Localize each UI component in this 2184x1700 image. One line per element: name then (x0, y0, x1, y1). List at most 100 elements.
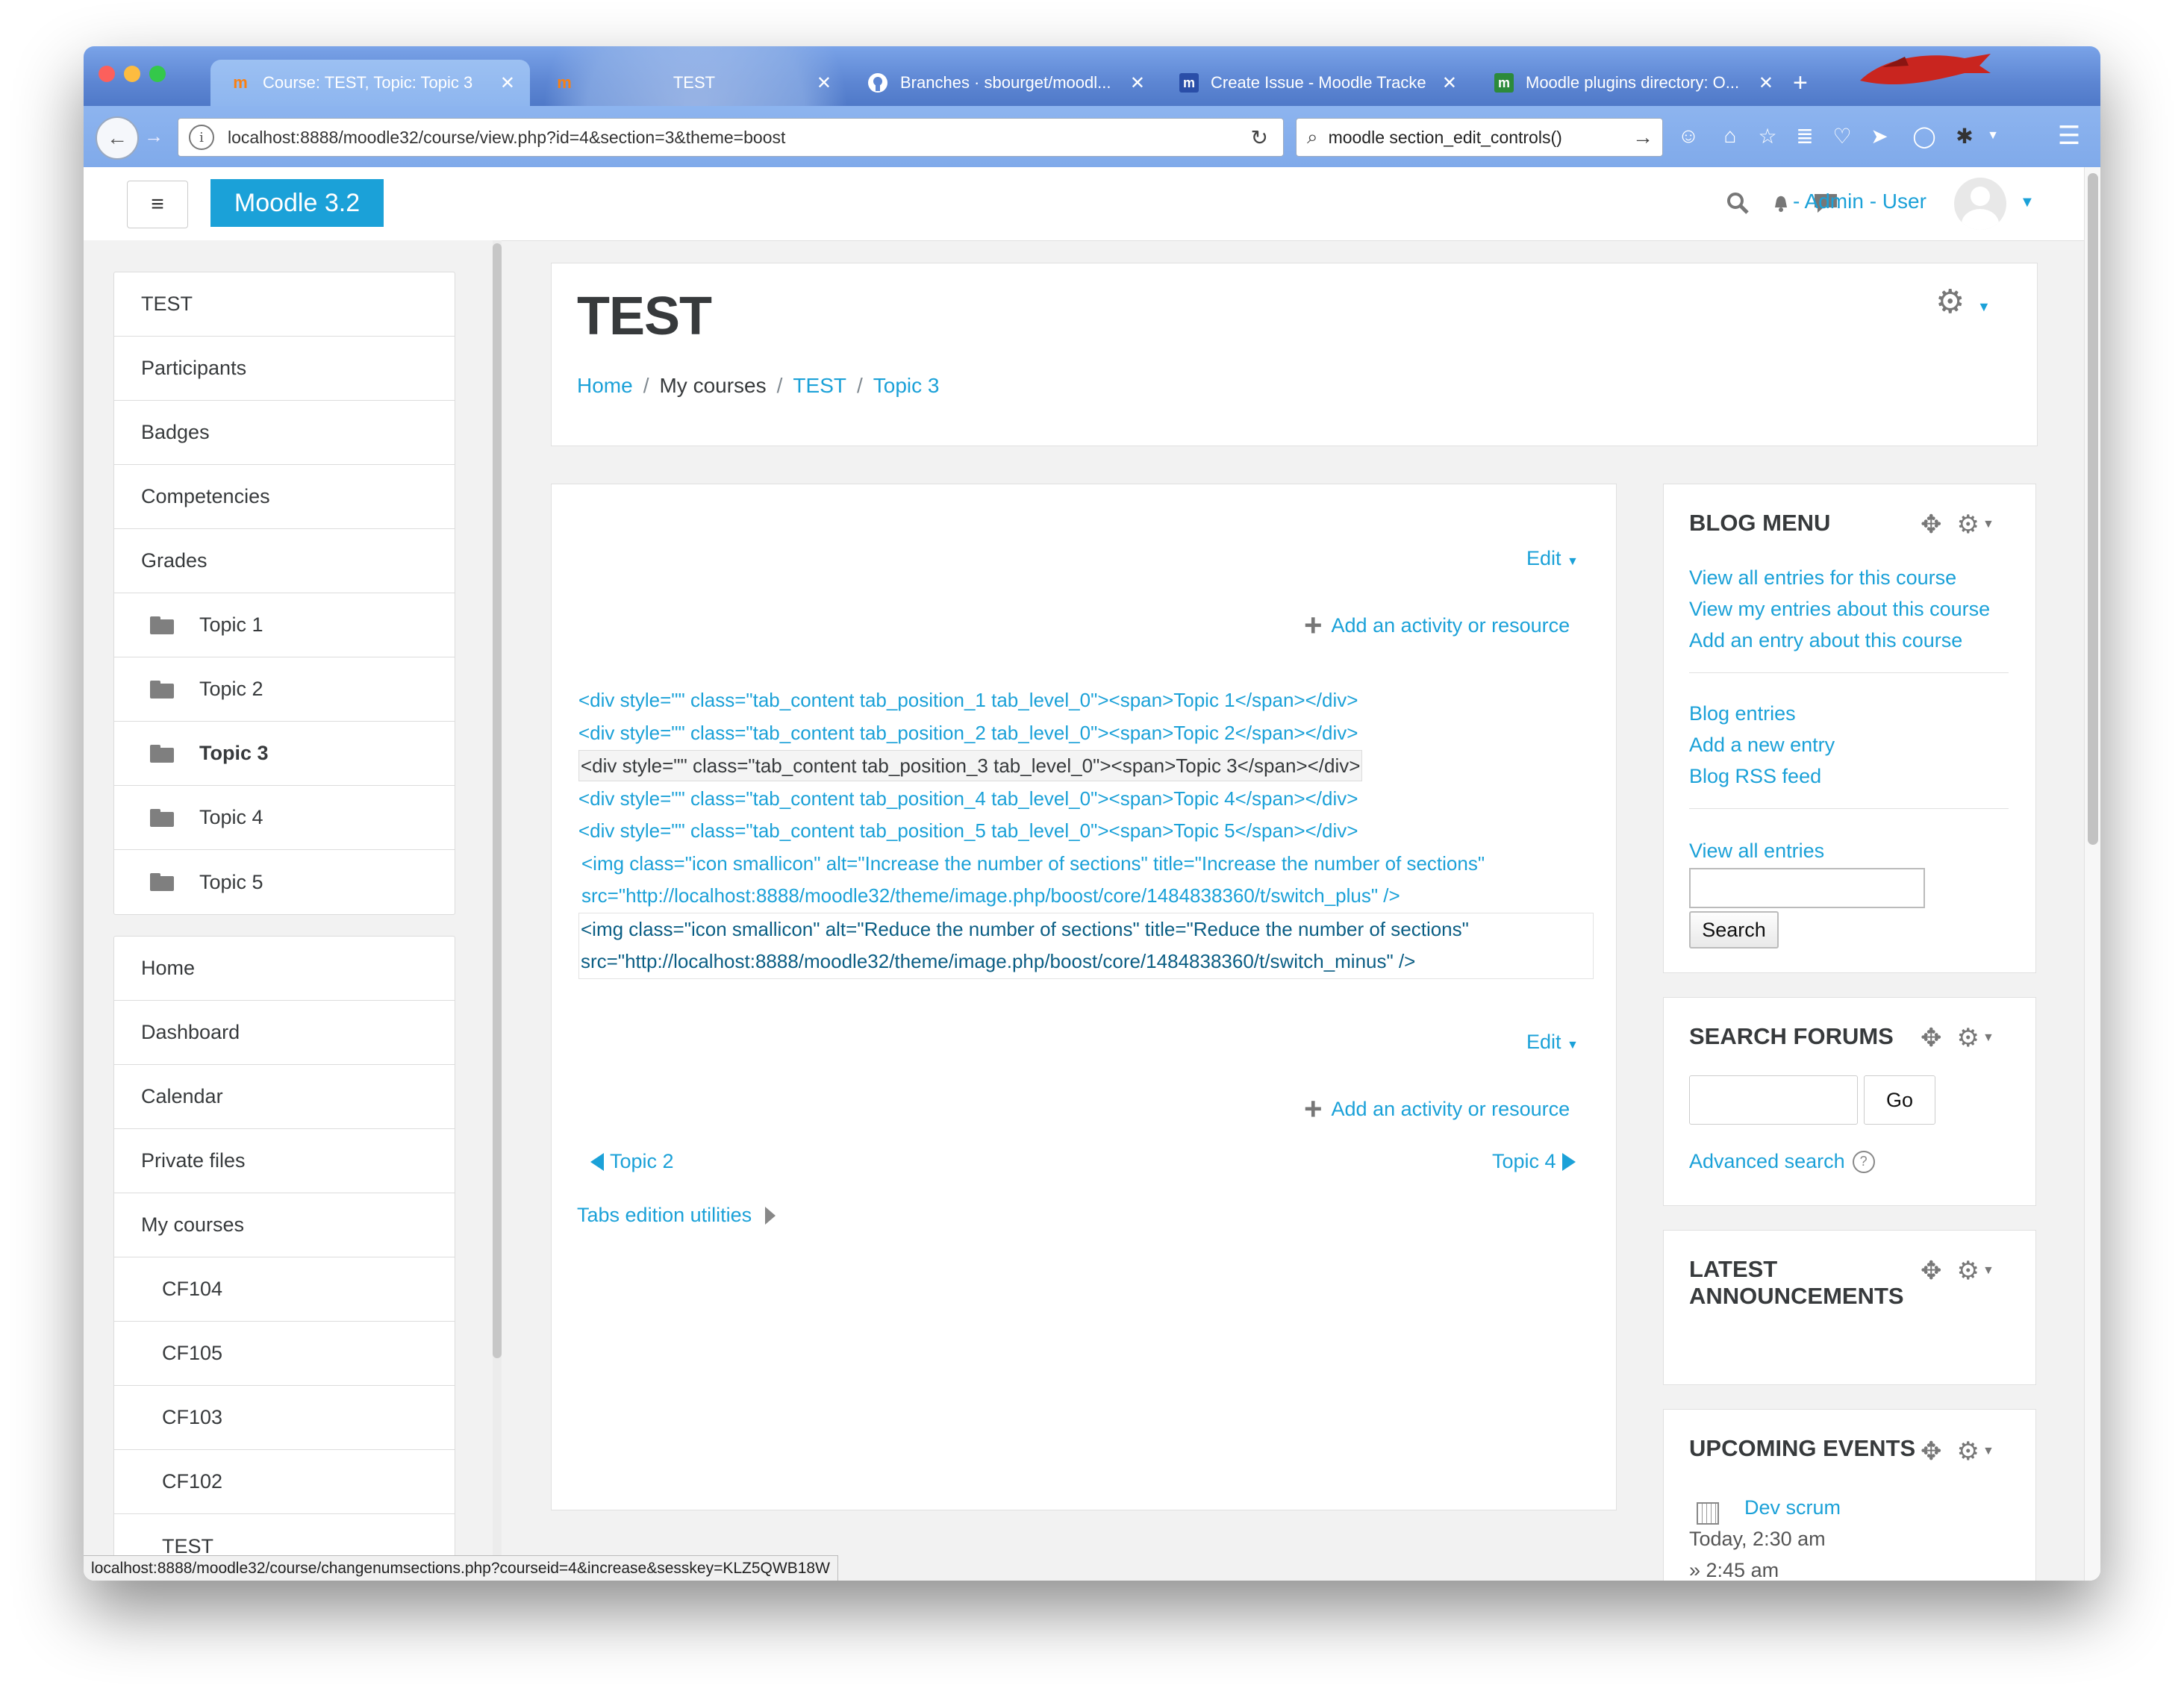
forward-button[interactable]: → (139, 121, 169, 151)
drawer-item-cf102[interactable]: CF102 (114, 1450, 455, 1514)
drawer-item-cf104[interactable]: CF104 (114, 1257, 455, 1322)
url-bar[interactable]: i localhost:8888/moodle32/course/view.ph… (178, 118, 1284, 157)
close-window-button[interactable] (99, 66, 115, 82)
help-icon[interactable]: ? (1852, 1150, 1875, 1173)
drawer-item-topic-5[interactable]: Topic 5 (114, 850, 455, 914)
close-tab-icon[interactable]: ✕ (500, 72, 515, 94)
advanced-search-link[interactable]: Advanced search ? (1689, 1150, 1875, 1173)
move-icon[interactable]: ✥ (1921, 1437, 1942, 1466)
chevron-down-icon[interactable]: ▼ (1978, 121, 2008, 151)
reduce-sections-link[interactable]: <img class="icon smallicon" alt="Reduce … (578, 912, 1594, 979)
blog-link-rss[interactable]: Blog RSS feed (1689, 765, 1821, 788)
drawer-item-topic-4[interactable]: Topic 4 (114, 786, 455, 850)
drawer-item-dashboard[interactable]: Dashboard (114, 1001, 455, 1065)
add-activity-button-top[interactable]: + Add an activity or resource (1304, 610, 1570, 641)
move-icon[interactable]: ✥ (1921, 1023, 1942, 1053)
drawer-item-cf103[interactable]: CF103 (114, 1386, 455, 1450)
drawer-item-participants[interactable]: Participants (114, 337, 455, 401)
drawer-item-badges[interactable]: Badges (114, 401, 455, 465)
blog-link-add-new[interactable]: Add a new entry (1689, 734, 1835, 757)
forum-search-input[interactable] (1689, 1075, 1858, 1125)
site-brand-link[interactable]: Moodle 3.2 (210, 179, 384, 227)
reading-list-icon[interactable]: ≣ (1790, 121, 1820, 151)
browser-tab[interactable]: m TEST ✕ (534, 60, 846, 106)
edit-menu-top[interactable]: Edit ▼ (1526, 547, 1579, 570)
breadcrumb-course[interactable]: TEST (793, 374, 846, 397)
chevron-down-icon[interactable]: ▼ (1977, 299, 1991, 315)
drawer-item-topic-3[interactable]: Topic 3 (114, 722, 455, 786)
drawer-item-home[interactable]: Home (114, 937, 455, 1001)
bookmark-star-icon[interactable]: ☆ (1753, 121, 1782, 151)
avatar[interactable] (1954, 178, 2006, 230)
user-menu-label[interactable]: - Admin - User (1793, 190, 1926, 213)
drawer-item-topic-2[interactable]: Topic 2 (114, 657, 455, 722)
blog-search-button[interactable]: Search (1689, 911, 1779, 949)
gear-icon[interactable]: ⚙ (1957, 1023, 1979, 1053)
breadcrumb-home[interactable]: Home (577, 374, 633, 397)
increase-sections-link[interactable]: <img class="icon smallicon" alt="Increas… (578, 848, 1594, 913)
move-icon[interactable]: ✥ (1921, 510, 1942, 540)
back-button[interactable]: ← (96, 116, 139, 160)
browser-tab[interactable]: m Create Issue - Moodle Tracker ✕ (1160, 60, 1472, 106)
browser-tab[interactable]: Branches · sbourget/moodl... ✕ (848, 60, 1160, 106)
tab-link-topic-1[interactable]: <div style="" class="tab_content tab_pos… (578, 684, 1594, 717)
course-settings-gear-icon[interactable]: ⚙ (1935, 283, 1965, 321)
close-tab-icon[interactable]: ✕ (1130, 72, 1145, 94)
blog-link-view-all-course[interactable]: View all entries for this course (1689, 566, 1956, 590)
tab-link-topic-4[interactable]: <div style="" class="tab_content tab_pos… (578, 783, 1594, 816)
drawer-scrollbar[interactable] (493, 240, 502, 1581)
browser-tab[interactable]: m Moodle plugins directory: O... ✕ (1475, 60, 1788, 106)
drawer-item-competencies[interactable]: Competencies (114, 465, 455, 529)
browser-search-input[interactable]: ⌕ moodle section_edit_controls() → (1296, 118, 1663, 157)
info-icon[interactable]: i (189, 125, 214, 150)
tabs-edition-utilities-link[interactable]: Tabs edition utilities (577, 1204, 776, 1227)
gear-icon[interactable]: ⚙ (1957, 1437, 1979, 1466)
reload-icon[interactable]: ↻ (1251, 125, 1268, 150)
pocket-icon[interactable]: ♡ (1827, 121, 1857, 151)
chevron-down-icon[interactable]: ▼ (1982, 1445, 1994, 1458)
drawer-toggle-button[interactable]: ≡ (127, 181, 188, 228)
bug-icon[interactable]: ✱ (1950, 121, 1979, 151)
tab-link-topic-2[interactable]: <div style="" class="tab_content tab_pos… (578, 717, 1594, 750)
notifications-bell-icon[interactable] (1766, 188, 1796, 218)
chevron-down-icon[interactable]: ▼ (1982, 1264, 1994, 1278)
page-scrollbar[interactable] (2084, 167, 2100, 1581)
chat-icon[interactable]: ◯ (1909, 121, 1939, 151)
close-tab-icon[interactable]: ✕ (1442, 72, 1457, 94)
chevron-down-icon[interactable]: ▼ (1982, 1031, 1994, 1045)
search-icon[interactable] (1723, 188, 1753, 218)
home-icon[interactable]: ⌂ (1715, 121, 1745, 151)
chevron-down-icon[interactable]: ▼ (2020, 194, 2035, 211)
browser-tab[interactable]: m Course: TEST, Topic: Topic 3 ✕ (210, 60, 530, 106)
drawer-item-my-courses[interactable]: My courses (114, 1193, 455, 1257)
drawer-item-private-files[interactable]: Private files (114, 1129, 455, 1193)
edit-menu-bottom[interactable]: Edit ▼ (1526, 1031, 1579, 1054)
forum-search-go-button[interactable]: Go (1864, 1075, 1935, 1125)
hamburger-menu-icon[interactable]: ☰ (2054, 121, 2084, 151)
event-link[interactable]: Dev scrum (1744, 1496, 1841, 1519)
blog-link-view-all[interactable]: View all entries (1689, 840, 1824, 863)
chevron-down-icon[interactable]: ▼ (1982, 518, 1994, 531)
gear-icon[interactable]: ⚙ (1957, 1256, 1979, 1286)
go-arrow-icon[interactable]: → (1632, 125, 1653, 149)
tab-link-topic-5[interactable]: <div style="" class="tab_content tab_pos… (578, 815, 1594, 848)
new-tab-button[interactable]: + (1793, 69, 1808, 98)
drawer-item-calendar[interactable]: Calendar (114, 1065, 455, 1129)
blog-link-entries[interactable]: Blog entries (1689, 702, 1796, 725)
zoom-window-button[interactable] (149, 66, 166, 82)
close-tab-icon[interactable]: ✕ (817, 72, 832, 94)
breadcrumb-section[interactable]: Topic 3 (873, 374, 940, 397)
drawer-item-topic-1[interactable]: Topic 1 (114, 593, 455, 657)
next-section-link[interactable]: Topic 4 (1492, 1150, 1576, 1173)
add-activity-button-bottom[interactable]: + Add an activity or resource (1304, 1093, 1570, 1125)
drawer-item-cf105[interactable]: CF105 (114, 1322, 455, 1386)
close-tab-icon[interactable]: ✕ (1759, 72, 1773, 94)
minimize-window-button[interactable] (124, 66, 140, 82)
gear-icon[interactable]: ⚙ (1957, 510, 1979, 540)
blog-link-view-my-entries[interactable]: View my entries about this course (1689, 598, 1990, 621)
send-icon[interactable]: ➤ (1865, 121, 1894, 151)
blog-link-add-entry-course[interactable]: Add an entry about this course (1689, 629, 1962, 652)
blog-search-input[interactable] (1689, 868, 1925, 908)
ghost-addon-icon[interactable]: ☺ (1673, 121, 1703, 151)
drawer-item-grades[interactable]: Grades (114, 529, 455, 593)
